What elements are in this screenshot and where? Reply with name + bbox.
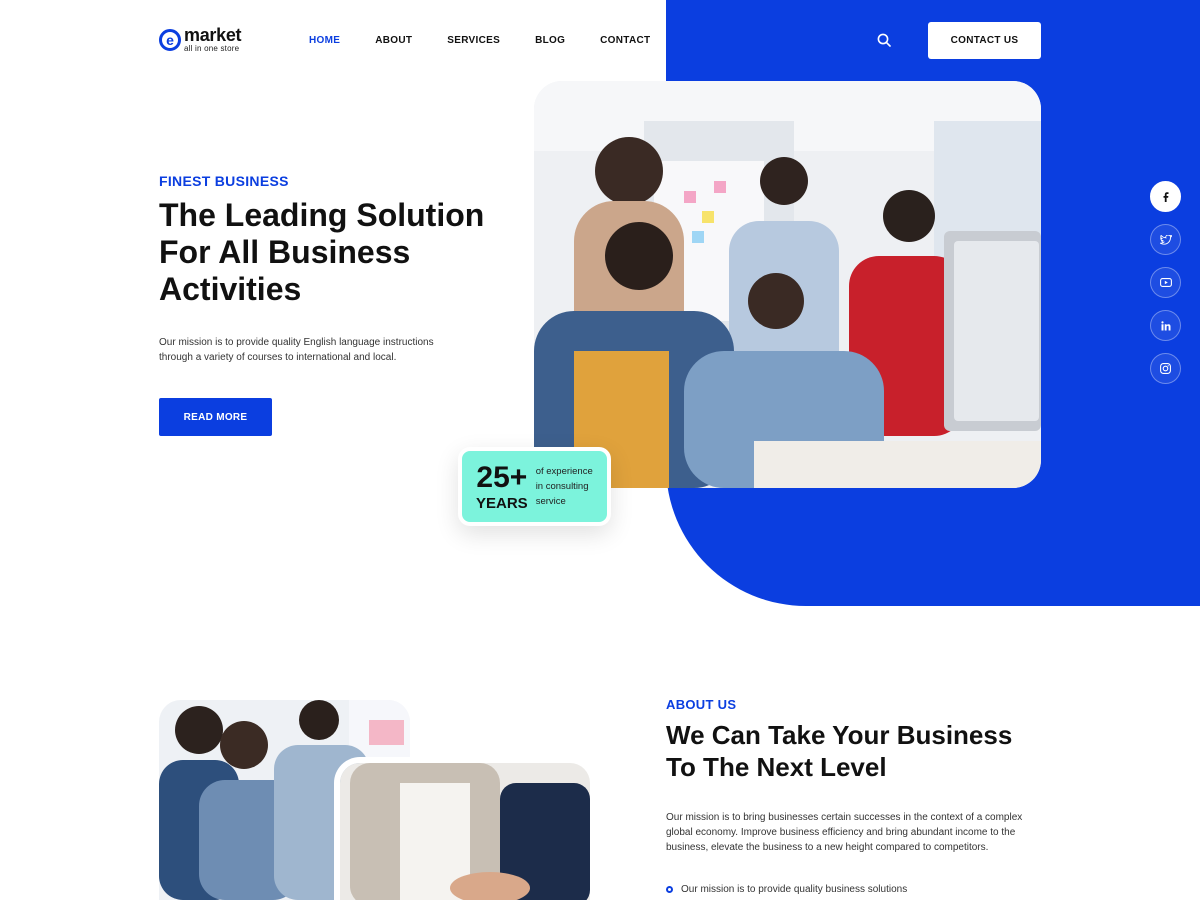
instagram-link[interactable]	[1150, 353, 1181, 384]
about-bullet-text: Our mission is to provide quality busine…	[681, 884, 908, 895]
twitter-icon	[1159, 234, 1172, 245]
team-celebrating-image	[534, 81, 1041, 488]
social-links	[1150, 181, 1181, 384]
about-title-line-1: We Can Take Your Business	[666, 720, 1013, 750]
nav-item-home[interactable]: HOME	[309, 35, 340, 46]
experience-number: 25+	[476, 460, 528, 494]
experience-unit: YEARS	[476, 494, 528, 512]
nav-item-blog[interactable]: BLOG	[535, 35, 565, 46]
twitter-link[interactable]	[1150, 224, 1181, 255]
search-icon	[877, 33, 891, 47]
about-eyebrow: ABOUT US	[666, 697, 737, 712]
search-button[interactable]	[876, 32, 892, 48]
brand-tagline: all in one store	[184, 44, 240, 53]
experience-badge: 25+ YEARS of experience in consulting se…	[458, 447, 611, 526]
bullet-circle-icon	[666, 886, 673, 893]
hero-description: Our mission is to provide quality Englis…	[159, 337, 434, 363]
handshake-image	[340, 763, 590, 900]
about-handshake-photo	[334, 757, 596, 900]
about-bullet-item: Our mission is to provide quality busine…	[666, 884, 907, 895]
hero-team-photo	[534, 81, 1041, 488]
youtube-link[interactable]	[1150, 267, 1181, 298]
experience-description: of experience in consulting service	[535, 466, 593, 507]
about-title: We Can Take Your Business To The Next Le…	[666, 719, 1046, 783]
linkedin-link[interactable]	[1150, 310, 1181, 341]
linkedin-icon	[1160, 320, 1170, 330]
hero-title-line-1: The Leading Solution	[159, 197, 485, 233]
facebook-link[interactable]	[1150, 181, 1181, 212]
contact-us-button[interactable]: CONTACT US	[928, 22, 1041, 59]
nav-item-about[interactable]: ABOUT	[375, 35, 412, 46]
about-description: Our mission is to bring businesses certa…	[666, 812, 1023, 853]
brand-logo[interactable]: e market all in one store	[159, 25, 242, 53]
nav-item-services[interactable]: SERVICES	[447, 35, 500, 46]
hero-title-line-3: Activities	[159, 271, 302, 307]
hero-title-line-2: For All Business	[159, 234, 411, 270]
hero-title: The Leading Solution For All Business Ac…	[159, 197, 539, 308]
facebook-icon	[1163, 191, 1168, 202]
nav-item-contact[interactable]: CONTACT	[600, 35, 650, 46]
brand-name: market	[184, 25, 242, 45]
instagram-icon	[1160, 363, 1171, 374]
read-more-button[interactable]: READ MORE	[159, 398, 272, 436]
hero-eyebrow: FINEST BUSINESS	[159, 173, 289, 189]
logo-mark-letter: e	[166, 31, 174, 48]
experience-figure: 25+ YEARS	[476, 460, 528, 512]
logo-mark-icon: e	[159, 28, 181, 51]
logo-text: market all in one store	[184, 25, 242, 53]
youtube-icon	[1159, 278, 1172, 287]
main-nav: HOME ABOUT SERVICES BLOG CONTACT	[309, 35, 685, 46]
about-title-line-2: To The Next Level	[666, 752, 887, 782]
